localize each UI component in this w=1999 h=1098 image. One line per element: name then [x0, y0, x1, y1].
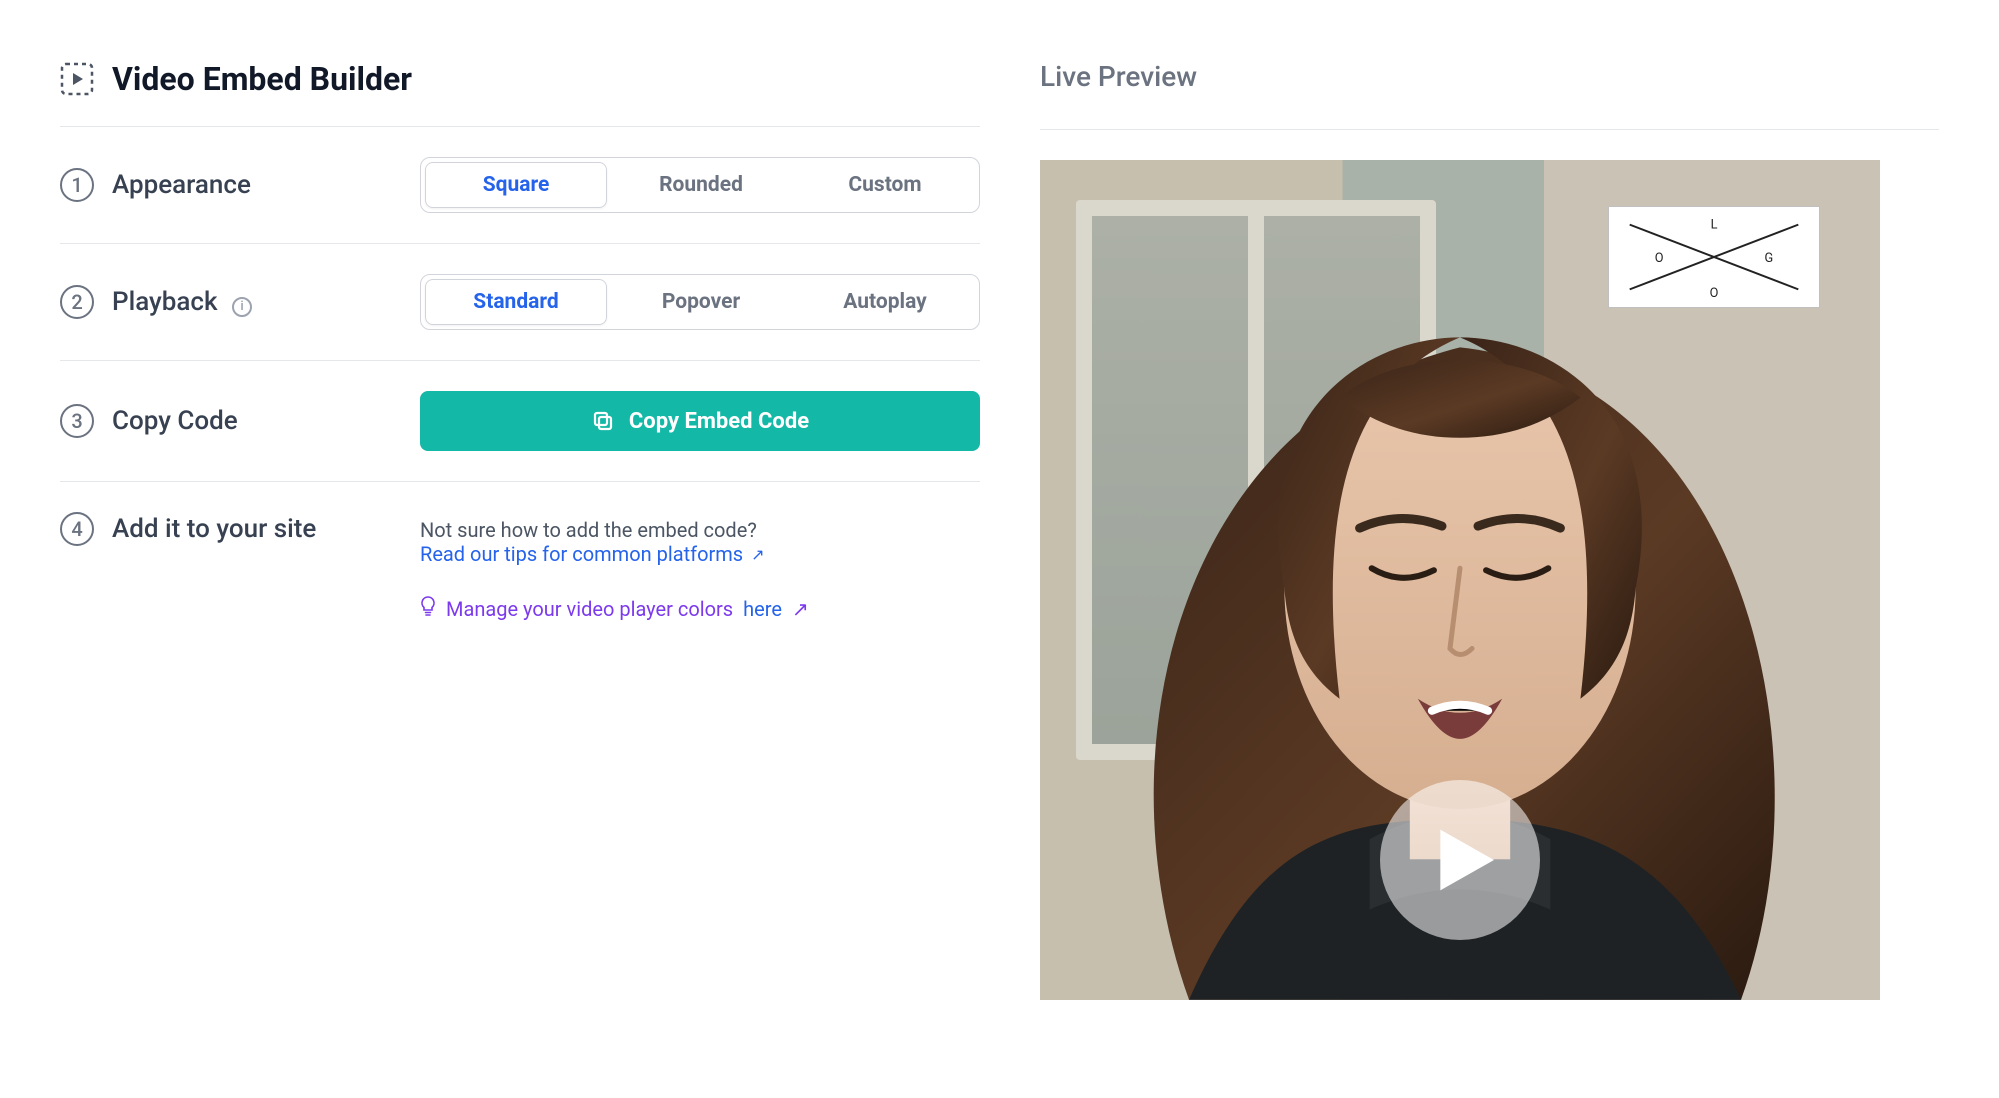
copy-embed-code-button[interactable]: Copy Embed Code	[420, 391, 980, 451]
builder-header: Video Embed Builder	[60, 60, 980, 127]
appearance-option-rounded[interactable]: Rounded	[611, 162, 791, 208]
embed-help-text: Not sure how to add the embed code?	[420, 518, 980, 542]
preview-logo-overlay: L O G O	[1608, 206, 1820, 308]
step-number-3: 3	[60, 404, 94, 438]
svg-text:O: O	[1710, 286, 1719, 301]
live-preview-title: Live Preview	[1040, 60, 1939, 130]
playback-option-autoplay[interactable]: Autoplay	[795, 279, 975, 325]
playback-option-standard[interactable]: Standard	[425, 279, 607, 325]
step-title-copy: Copy Code	[112, 406, 238, 436]
play-button[interactable]	[1380, 780, 1540, 940]
lightbulb-icon	[420, 596, 436, 621]
playback-segmented-control: Standard Popover Autoplay	[420, 274, 980, 330]
appearance-option-square[interactable]: Square	[425, 162, 607, 208]
playback-option-popover[interactable]: Popover	[611, 279, 791, 325]
copy-embed-code-label: Copy Embed Code	[629, 409, 809, 434]
play-icon	[1431, 825, 1501, 895]
step-title-appearance: Appearance	[112, 170, 251, 200]
embed-target-icon	[60, 62, 94, 96]
step-appearance: 1 Appearance Square Rounded Custom	[60, 127, 980, 244]
builder-title: Video Embed Builder	[112, 60, 412, 98]
step-number-1: 1	[60, 168, 94, 202]
step-copy-code: 3 Copy Code Copy Embed Code	[60, 361, 980, 482]
appearance-option-custom[interactable]: Custom	[795, 162, 975, 208]
step-playback: 2 Playback i Standard Popover Autoplay	[60, 244, 980, 361]
manage-colors-link[interactable]: Manage your video player colors here ↗	[420, 596, 809, 621]
step-add-to-site: 4 Add it to your site Not sure how to ad…	[60, 482, 980, 651]
step-title-playback: Playback i	[112, 287, 252, 317]
step-number-4: 4	[60, 512, 94, 546]
video-preview: L O G O	[1040, 160, 1880, 1000]
step-title-add: Add it to your site	[112, 514, 316, 544]
tips-platforms-link[interactable]: Read our tips for common platforms ↗	[420, 542, 765, 566]
external-link-icon: ↗	[792, 597, 809, 621]
info-icon[interactable]: i	[232, 297, 252, 317]
appearance-segmented-control: Square Rounded Custom	[420, 157, 980, 213]
copy-icon	[591, 409, 615, 433]
svg-text:L: L	[1711, 218, 1718, 233]
step-number-2: 2	[60, 285, 94, 319]
svg-text:O: O	[1655, 251, 1664, 266]
svg-text:G: G	[1765, 251, 1774, 266]
external-link-icon: ↗	[751, 545, 764, 564]
